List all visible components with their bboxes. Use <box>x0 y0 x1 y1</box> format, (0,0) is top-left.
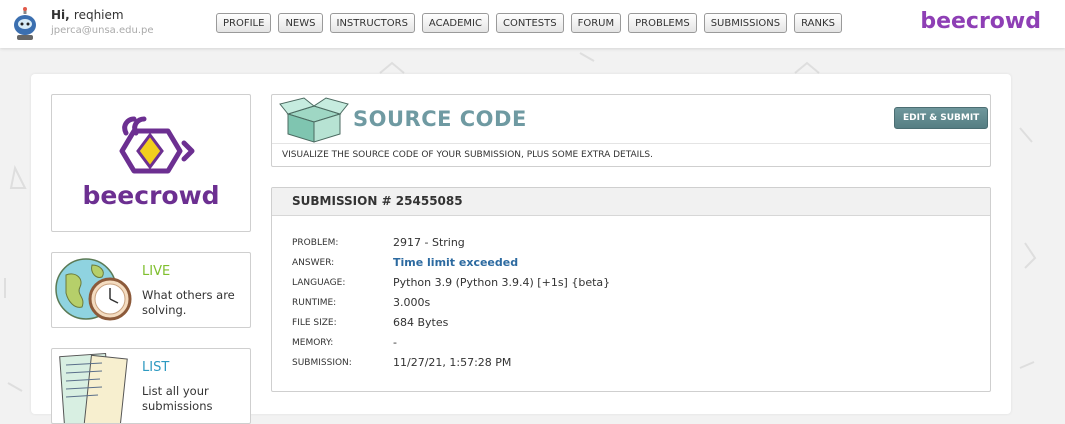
runtime-value: 3.000s <box>393 296 431 309</box>
field-label: PROBLEM: <box>292 238 339 248</box>
page-subtitle: VISUALIZE THE SOURCE CODE OF YOUR SUBMIS… <box>272 143 990 166</box>
live-title: LIVE <box>142 264 171 279</box>
language-value: Python 3.9 (Python 3.9.4) [+1s] {beta} <box>393 276 611 289</box>
field-label: LANGUAGE: <box>292 278 346 288</box>
beecrowd-logo-text: beecrowd <box>82 181 220 210</box>
field-label: RUNTIME: <box>292 298 337 308</box>
user-greeting: Hi, reqhiem <box>51 8 124 22</box>
page-title: SOURCE CODE <box>353 107 527 131</box>
source-code-header-panel: SOURCE CODE EDIT & SUBMIT VISUALIZE THE … <box>271 94 991 167</box>
list-title: LIST <box>142 360 170 375</box>
nav-problems-button[interactable]: PROBLEMS <box>628 13 697 33</box>
robot-avatar-icon[interactable] <box>8 7 42 41</box>
nav-contests-button[interactable]: CONTESTS <box>496 13 564 33</box>
nav-ranks-button[interactable]: RANKS <box>794 13 842 33</box>
user-email: jperca@unsa.edu.pe <box>51 25 154 36</box>
submission-date-value: 11/27/21, 1:57:28 PM <box>393 356 512 369</box>
list-description: List all your submissions <box>142 384 213 413</box>
top-navigation-bar: Hi, reqhiem jperca@unsa.edu.pe PROFILE N… <box>0 0 1065 48</box>
main-nav: PROFILE NEWS INSTRUCTORS ACADEMIC CONTES… <box>216 13 849 33</box>
nav-forum-button[interactable]: FORUM <box>570 13 622 33</box>
brand-logo-text[interactable]: beecrowd <box>920 9 1041 34</box>
greeting-text: Hi, <box>51 8 70 22</box>
nav-submissions-button[interactable]: SUBMISSIONS <box>703 13 788 33</box>
answer-status: Time limit exceeded <box>393 256 519 269</box>
main-content-card: beecrowd LIVE What others are solving. L… <box>31 74 1011 424</box>
beecrowd-hexagon-logo <box>119 116 195 174</box>
submission-header: SUBMISSION # 25455085 <box>272 188 990 216</box>
beecrowd-logo-panel[interactable]: beecrowd <box>51 94 251 232</box>
field-label: FILE SIZE: <box>292 318 337 328</box>
nav-news-button[interactable]: NEWS <box>278 13 323 33</box>
open-box-icon <box>279 97 349 143</box>
nav-academic-button[interactable]: ACADEMIC <box>421 13 489 33</box>
globe-clock-icon <box>55 258 132 321</box>
problem-link[interactable]: 2917 - String <box>393 236 465 249</box>
nav-profile-button[interactable]: PROFILE <box>216 13 272 33</box>
file-size-value: 684 Bytes <box>393 316 449 329</box>
sidebar-list-card[interactable]: LIST List all your submissions <box>51 348 251 424</box>
nav-instructors-button[interactable]: INSTRUCTORS <box>329 13 415 33</box>
submission-details-panel: SUBMISSION # 25455085 PROBLEM: 2917 - St… <box>271 187 991 392</box>
edit-submit-button[interactable]: EDIT & SUBMIT <box>894 107 989 129</box>
field-label: ANSWER: <box>292 258 335 268</box>
memory-value: - <box>393 336 397 349</box>
live-description: What others are solving. <box>142 288 235 317</box>
field-label: SUBMISSION: <box>292 358 352 368</box>
username[interactable]: reqhiem <box>74 8 124 22</box>
sidebar-live-card[interactable]: LIVE What others are solving. <box>51 252 251 328</box>
field-label: MEMORY: <box>292 338 334 348</box>
paper-list-icon <box>59 352 128 423</box>
